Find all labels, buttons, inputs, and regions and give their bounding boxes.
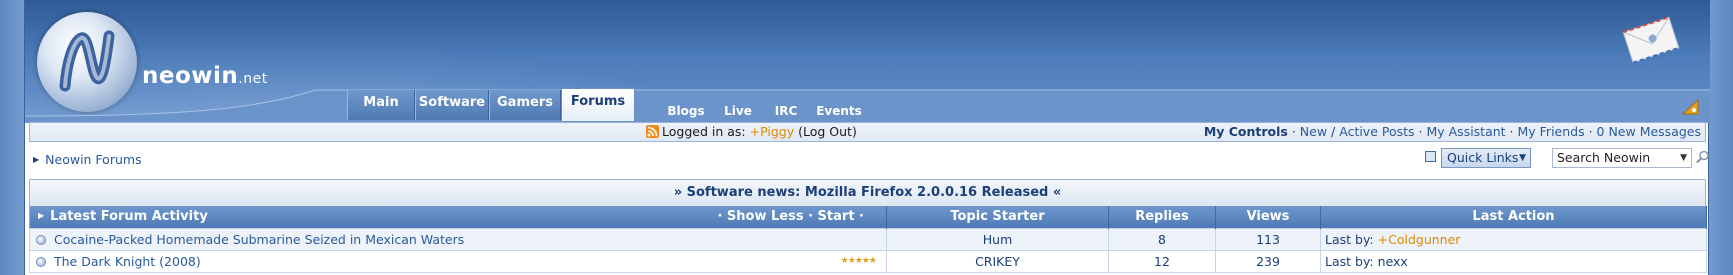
subtab-irc-label: IRC <box>774 104 798 118</box>
topic-starter[interactable]: Hum <box>886 227 1109 251</box>
login-status: Logged in as: +Piggy (Log Out) <box>646 124 857 139</box>
topic-link[interactable]: Cocaine-Packed Homemade Submarine Seized… <box>54 232 464 247</box>
star-icon: ★ <box>868 255 877 266</box>
feed-corner-icon[interactable] <box>1680 97 1702 117</box>
logged-in-label: Logged in as: <box>662 124 746 139</box>
last-action-user[interactable]: +Coldgunner <box>1378 232 1461 247</box>
search-input[interactable]: Search Neowin ▼ <box>1552 148 1692 168</box>
quick-links-icon[interactable] <box>1425 151 1436 162</box>
new-messages-link[interactable]: 0 New Messages <box>1597 124 1701 139</box>
site-logo-text[interactable]: neowin.net <box>142 63 268 89</box>
bullet-icon <box>36 256 46 267</box>
table-row: Cocaine-Packed Homemade Submarine Seized… <box>29 227 1707 251</box>
new-posts-link[interactable]: New <box>1300 124 1327 139</box>
last-action: Last by: nexx <box>1320 249 1707 273</box>
table-controls[interactable]: · Show Less · Start · <box>717 209 864 224</box>
table-header-row: ▶ Latest Forum Activity · Show Less · Sta… <box>29 206 1707 228</box>
quick-links-label: Quick Links <box>1447 150 1519 165</box>
news-text: » Software news: Mozilla Firefox 2.0.0.1… <box>673 185 1062 200</box>
forum-activity-table: ▶ Latest Forum Activity · Show Less · Sta… <box>29 206 1707 273</box>
star-icon: ★ <box>861 255 870 266</box>
chevron-down-icon[interactable]: ▼ <box>1680 149 1687 167</box>
username-link[interactable]: +Piggy <box>750 124 794 139</box>
last-action-prefix[interactable]: Last by: <box>1325 232 1374 247</box>
search-icon[interactable] <box>1696 150 1710 164</box>
column-header-last-action: Last Action <box>1320 206 1707 228</box>
breadcrumb-forums-link[interactable]: Neowin Forums <box>45 152 141 167</box>
topic-link[interactable]: The Dark Knight (2008) <box>54 254 201 269</box>
collapse-arrow-icon[interactable]: ▶ <box>38 211 44 220</box>
subtab-live-label: Live <box>724 104 752 118</box>
breadcrumb: ▶ Neowin Forums <box>33 152 142 167</box>
topic-cell: Cocaine-Packed Homemade Submarine Seized… <box>29 227 887 251</box>
breadcrumb-arrow-icon: ▶ <box>33 155 40 164</box>
subtab-irc[interactable]: IRC <box>766 101 806 121</box>
table-row: The Dark Knight (2008) ★★★★★ CRIKEY 12 2… <box>29 249 1707 273</box>
tab-gamers[interactable]: Gamers <box>489 90 561 120</box>
reply-count[interactable]: 8 <box>1108 227 1216 251</box>
last-action-prefix[interactable]: Last by: <box>1325 254 1374 269</box>
subtab-events[interactable]: Events <box>813 101 865 121</box>
topic-cell: The Dark Knight (2008) ★★★★★ <box>29 249 887 273</box>
quick-links-dropdown[interactable]: Quick Links ▼ <box>1441 148 1531 168</box>
active-posts-link[interactable]: Active Posts <box>1339 124 1414 139</box>
tab-main[interactable]: Main <box>347 90 415 120</box>
logout-paren-close: ) <box>851 124 857 139</box>
news-banner[interactable]: » Software news: Mozilla Firefox 2.0.0.1… <box>29 179 1706 206</box>
subtab-events-label: Events <box>816 104 862 118</box>
column-header-views: Views <box>1215 206 1321 228</box>
column-header-replies: Replies <box>1108 206 1216 228</box>
column-header-starter: Topic Starter <box>886 206 1109 228</box>
user-controls: My Controls · New / Active Posts · My As… <box>1203 124 1701 139</box>
user-bar: Logged in as: +Piggy (Log Out) My Contro… <box>29 122 1706 142</box>
chevron-down-icon: ▼ <box>1519 153 1526 163</box>
view-count: 239 <box>1215 249 1321 273</box>
logout-link[interactable]: Log Out <box>803 124 852 139</box>
tab-forums-label: Forums <box>570 94 626 109</box>
subtab-blogs[interactable]: Blogs <box>661 101 711 121</box>
page-frame: neowin.net Main Software Gamers Forums B… <box>24 0 1710 275</box>
my-friends-link[interactable]: My Friends <box>1518 124 1585 139</box>
search-placeholder: Search Neowin <box>1557 150 1651 165</box>
tab-software[interactable]: Software <box>415 90 489 120</box>
topic-starter[interactable]: CRIKEY <box>886 249 1109 273</box>
logo-name: neowin <box>142 63 239 89</box>
subtab-blogs-label: Blogs <box>667 104 705 118</box>
reply-count[interactable]: 12 <box>1108 249 1216 273</box>
subtab-live[interactable]: Live <box>718 101 758 121</box>
nav-row: ▶ Neowin Forums Quick Links ▼ Search Neow… <box>29 145 1709 175</box>
site-header: neowin.net Main Software Gamers Forums B… <box>25 0 1710 123</box>
star-rating: ★★★★★ <box>840 255 877 266</box>
tab-main-label: Main <box>363 95 399 110</box>
column-header-topic: ▶ Latest Forum Activity · Show Less · Sta… <box>29 206 887 228</box>
my-assistant-link[interactable]: My Assistant <box>1426 124 1505 139</box>
logo-tld: .net <box>238 71 268 87</box>
star-icon: ★ <box>840 255 849 266</box>
star-icon: ★ <box>847 255 856 266</box>
my-controls-link[interactable]: My Controls <box>1204 124 1288 139</box>
star-icon: ★ <box>854 255 863 266</box>
table-title: Latest Forum Activity <box>50 209 208 225</box>
tab-bar-curve <box>25 89 1710 123</box>
envelope-icon[interactable] <box>1621 12 1681 68</box>
view-count: 113 <box>1215 227 1321 251</box>
tab-software-label: Software <box>418 95 486 110</box>
last-action: Last by: +Coldgunner <box>1320 227 1707 251</box>
tab-gamers-label: Gamers <box>497 95 553 110</box>
tab-forums[interactable]: Forums <box>561 88 635 121</box>
rss-icon[interactable] <box>646 125 659 138</box>
last-action-user[interactable]: nexx <box>1378 254 1408 269</box>
bullet-icon <box>36 234 46 245</box>
